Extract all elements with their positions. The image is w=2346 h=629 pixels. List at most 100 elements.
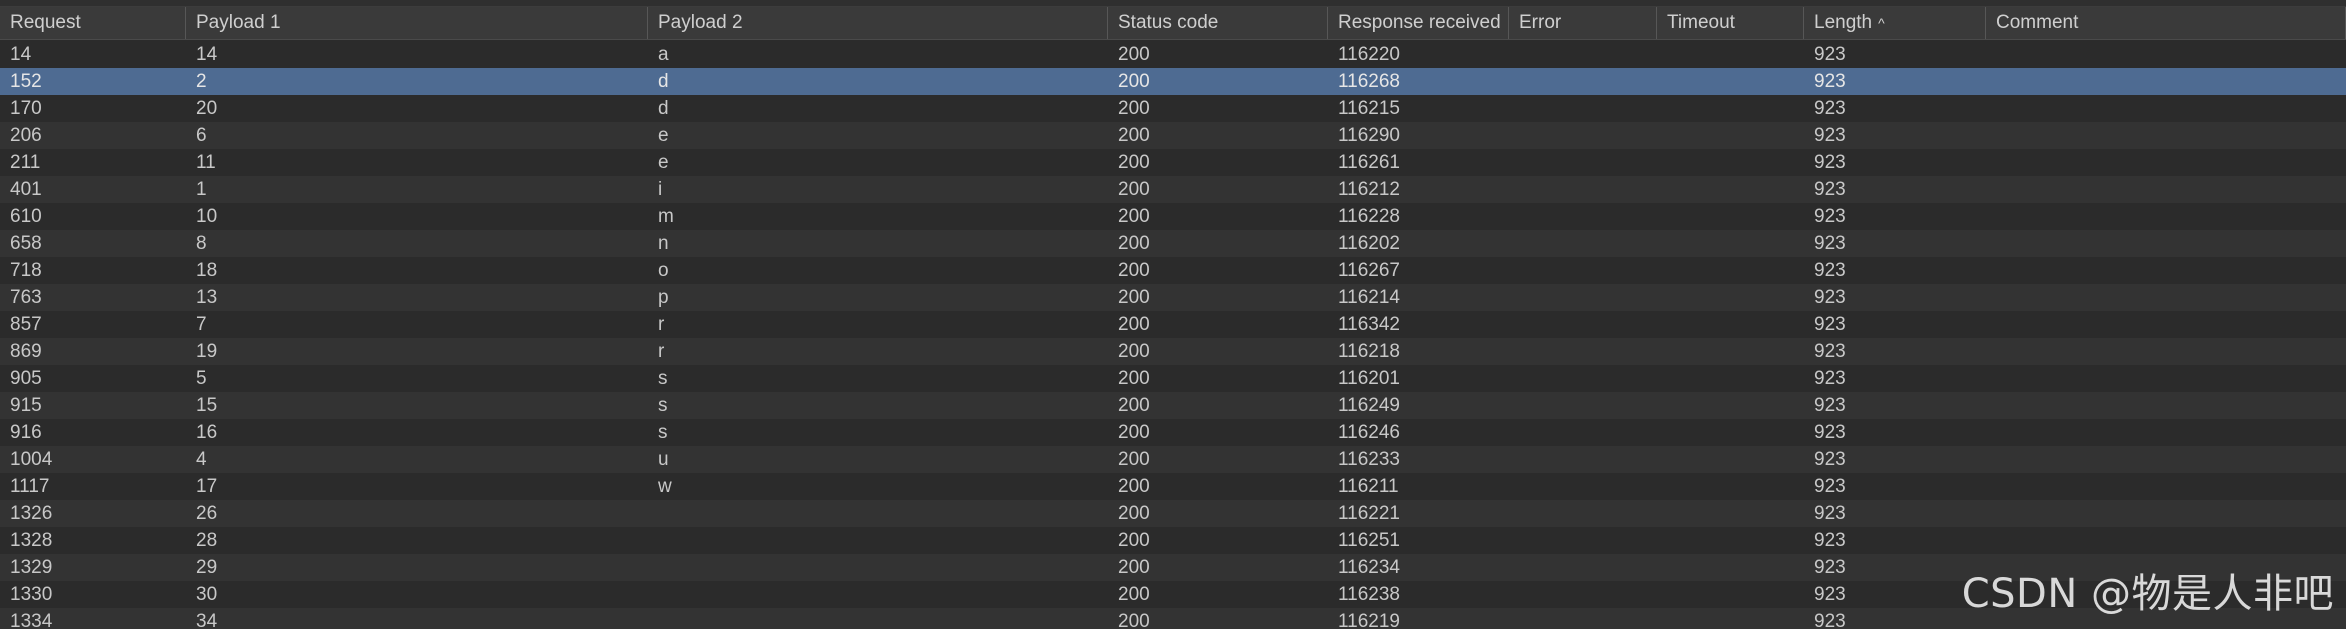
column-header-label: Error (1519, 12, 1562, 33)
column-header-request[interactable]: Request (0, 7, 186, 39)
cell-timeout (1657, 257, 1804, 284)
cell-payload-2: o (658, 260, 669, 281)
cell-request: 1330 (10, 584, 53, 605)
table-row[interactable]: 1117 17 w 200 116211 923 (0, 473, 2346, 500)
cell-length: 923 (1814, 449, 1846, 470)
cell-error (1509, 527, 1657, 554)
cell-status-code: 200 (1118, 503, 1150, 524)
cell-payload-1: 16 (196, 422, 218, 443)
cell-status-code: 200 (1118, 179, 1150, 200)
cell-error (1509, 338, 1657, 365)
cell-request: 1334 (10, 611, 53, 629)
cell-comment (1986, 41, 2346, 68)
cell-response-received: 116212 (1338, 179, 1400, 200)
cell-status-code: 200 (1118, 611, 1150, 629)
table-row[interactable]: 857 7 r 200 116342 923 (0, 311, 2346, 338)
cell-comment (1986, 230, 2346, 257)
cell-timeout (1657, 203, 1804, 230)
cell-timeout (1657, 581, 1804, 608)
cell-error (1509, 473, 1657, 500)
cell-payload-2: i (658, 179, 663, 200)
cell-length: 923 (1814, 341, 1846, 362)
cell-timeout (1657, 554, 1804, 581)
table-row[interactable]: 915 15 s 200 116249 923 (0, 392, 2346, 419)
table-row[interactable]: 14 14 a 200 116220 923 (0, 41, 2346, 68)
cell-length: 923 (1814, 611, 1846, 629)
cell-comment (1986, 419, 2346, 446)
column-header-timeout[interactable]: Timeout (1657, 7, 1804, 39)
table-row[interactable]: 658 8 n 200 116202 923 (0, 230, 2346, 257)
cell-comment (1986, 365, 2346, 392)
cell-request: 1117 (10, 476, 50, 497)
cell-payload-2: s (658, 422, 668, 443)
cell-payload-1: 8 (196, 233, 207, 254)
table-row[interactable]: 610 10 m 200 116228 923 (0, 203, 2346, 230)
cell-length: 923 (1814, 179, 1846, 200)
table-row[interactable]: 869 19 r 200 116218 923 (0, 338, 2346, 365)
cell-status-code: 200 (1118, 557, 1150, 578)
cell-error (1509, 284, 1657, 311)
column-header-payload-1[interactable]: Payload 1 (186, 7, 648, 39)
cell-payload-2: w (658, 476, 672, 497)
cell-timeout (1657, 473, 1804, 500)
cell-length: 923 (1814, 44, 1846, 65)
column-header-payload-2[interactable]: Payload 2 (648, 7, 1108, 39)
cell-error (1509, 500, 1657, 527)
cell-error (1509, 446, 1657, 473)
cell-request: 1329 (10, 557, 53, 578)
cell-status-code: 200 (1118, 476, 1150, 497)
cell-payload-1: 2 (196, 71, 207, 92)
cell-length: 923 (1814, 98, 1846, 119)
column-header-error[interactable]: Error (1509, 7, 1657, 39)
cell-payload-2: r (658, 341, 665, 362)
table-row[interactable]: 170 20 d 200 116215 923 (0, 95, 2346, 122)
cell-error (1509, 392, 1657, 419)
table-row[interactable]: 1326 26 200 116221 923 (0, 500, 2346, 527)
cell-payload-1: 6 (196, 125, 207, 146)
table-row[interactable]: 206 6 e 200 116290 923 (0, 122, 2346, 149)
table-row[interactable]: 401 1 i 200 116212 923 (0, 176, 2346, 203)
cell-payload-1: 29 (196, 557, 218, 578)
table-row[interactable]: 211 11 e 200 116261 923 (0, 149, 2346, 176)
cell-payload-1: 13 (196, 287, 218, 308)
column-header-status-code[interactable]: Status code (1108, 7, 1328, 39)
cell-payload-2: s (658, 395, 668, 416)
table-row[interactable]: 152 2 d 200 116268 923 (0, 68, 2346, 95)
cell-error (1509, 203, 1657, 230)
intruder-results-table: Request Payload 1 Payload 2 Status code … (0, 0, 2346, 629)
table-row[interactable]: 718 18 o 200 116267 923 (0, 257, 2346, 284)
cell-status-code: 200 (1118, 152, 1150, 173)
cell-payload-2: e (658, 125, 669, 146)
column-header-label: Response received (1338, 12, 1501, 33)
cell-timeout (1657, 365, 1804, 392)
cell-comment (1986, 203, 2346, 230)
cell-status-code: 200 (1118, 584, 1150, 605)
cell-request: 905 (10, 368, 42, 389)
table-row[interactable]: 1004 4 u 200 116233 923 (0, 446, 2346, 473)
table-row[interactable]: 905 5 s 200 116201 923 (0, 365, 2346, 392)
cell-comment (1986, 176, 2346, 203)
cell-length: 923 (1814, 71, 1846, 92)
cell-error (1509, 95, 1657, 122)
cell-length: 923 (1814, 476, 1846, 497)
table-body: 14 14 a 200 116220 923 152 2 d 200 116268 923 170 20 d… (0, 41, 2346, 629)
cell-timeout (1657, 230, 1804, 257)
column-header-length[interactable]: Length ^ (1804, 7, 1986, 39)
cell-error (1509, 68, 1657, 95)
cell-response-received: 116238 (1338, 584, 1400, 605)
cell-error (1509, 257, 1657, 284)
cell-response-received: 116215 (1338, 98, 1400, 119)
cell-length: 923 (1814, 206, 1846, 227)
table-row[interactable]: 916 16 s 200 116246 923 (0, 419, 2346, 446)
cell-request: 718 (10, 260, 42, 281)
column-header-response-received[interactable]: Response received (1328, 7, 1509, 39)
table-row[interactable]: 1328 28 200 116251 923 (0, 527, 2346, 554)
cell-timeout (1657, 527, 1804, 554)
cell-payload-2 (648, 608, 1108, 629)
cell-timeout (1657, 68, 1804, 95)
cell-status-code: 200 (1118, 422, 1150, 443)
cell-request: 170 (10, 98, 42, 119)
table-row[interactable]: 763 13 p 200 116214 923 (0, 284, 2346, 311)
column-header-comment[interactable]: Comment (1986, 7, 2346, 39)
cell-length: 923 (1814, 233, 1846, 254)
